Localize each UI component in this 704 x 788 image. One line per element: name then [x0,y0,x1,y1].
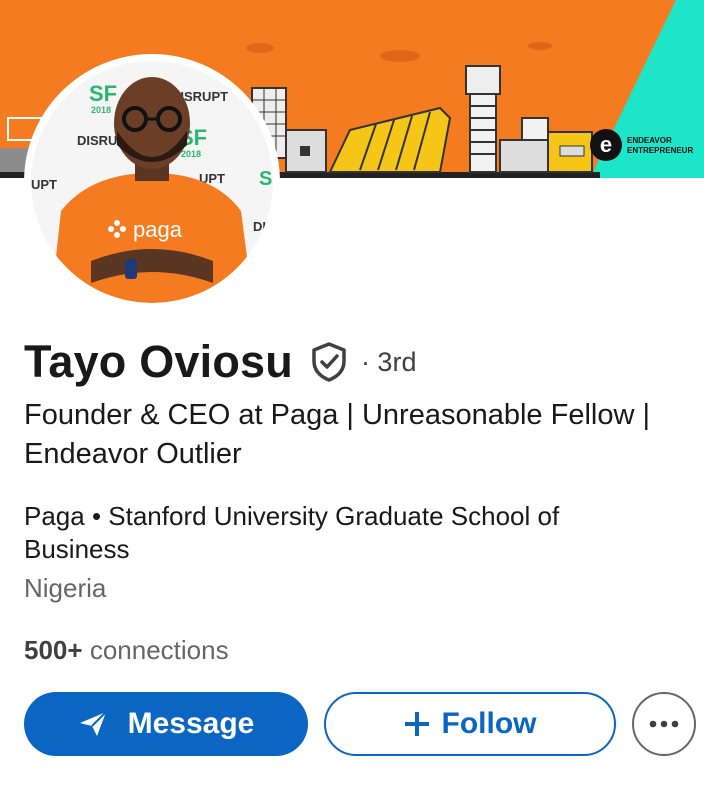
more-options-button[interactable] [632,692,696,756]
more-horizontal-icon [649,720,679,728]
banner-brand-line1: ENDEAVOR [627,136,672,145]
avatar-photo: SF 2018 DISRUPT DISRUPT SF 2018 UPT UPT … [31,61,273,303]
message-button-label: Message [127,707,255,740]
headline-line-1: Founder & CEO at Paga | Unreasonable Fel… [24,399,651,431]
connection-degree: · 3rd [360,346,417,377]
svg-text:DI: DI [253,219,266,234]
svg-text:2018: 2018 [91,105,111,115]
svg-text:S: S [259,168,272,190]
connections-number: 500+ [24,635,83,665]
follow-button-label: Follow [441,707,537,740]
svg-text:SF: SF [89,81,117,106]
profile-company-education[interactable]: Paga • Stanford University Graduate Scho… [24,500,664,566]
connections-count[interactable]: 500+ connections [24,634,229,667]
shirt-logo-text: paga [133,217,183,242]
headline-line-2: Endeavor Outlier [24,438,242,470]
svg-text:e: e [600,132,612,157]
plus-icon [404,711,430,737]
profile-location: Nigeria [24,573,107,603]
send-icon [78,710,108,738]
svg-text:2018: 2018 [181,149,201,159]
follow-button[interactable]: Follow [324,692,616,756]
profile-headline: Founder & CEO at Paga | Unreasonable Fel… [24,396,694,474]
verified-shield-icon[interactable] [309,340,349,384]
banner-brand-line2: ENTREPRENEUR [627,146,693,155]
connections-label: connections [89,635,229,665]
avatar[interactable]: SF 2018 DISRUPT DISRUPT SF 2018 UPT UPT … [24,54,280,310]
svg-text:UPT: UPT [31,177,57,192]
profile-name: Tayo Oviosu [24,336,293,387]
message-button[interactable]: Message [24,692,308,756]
name-row: Tayo Oviosu · 3rd [24,334,416,390]
